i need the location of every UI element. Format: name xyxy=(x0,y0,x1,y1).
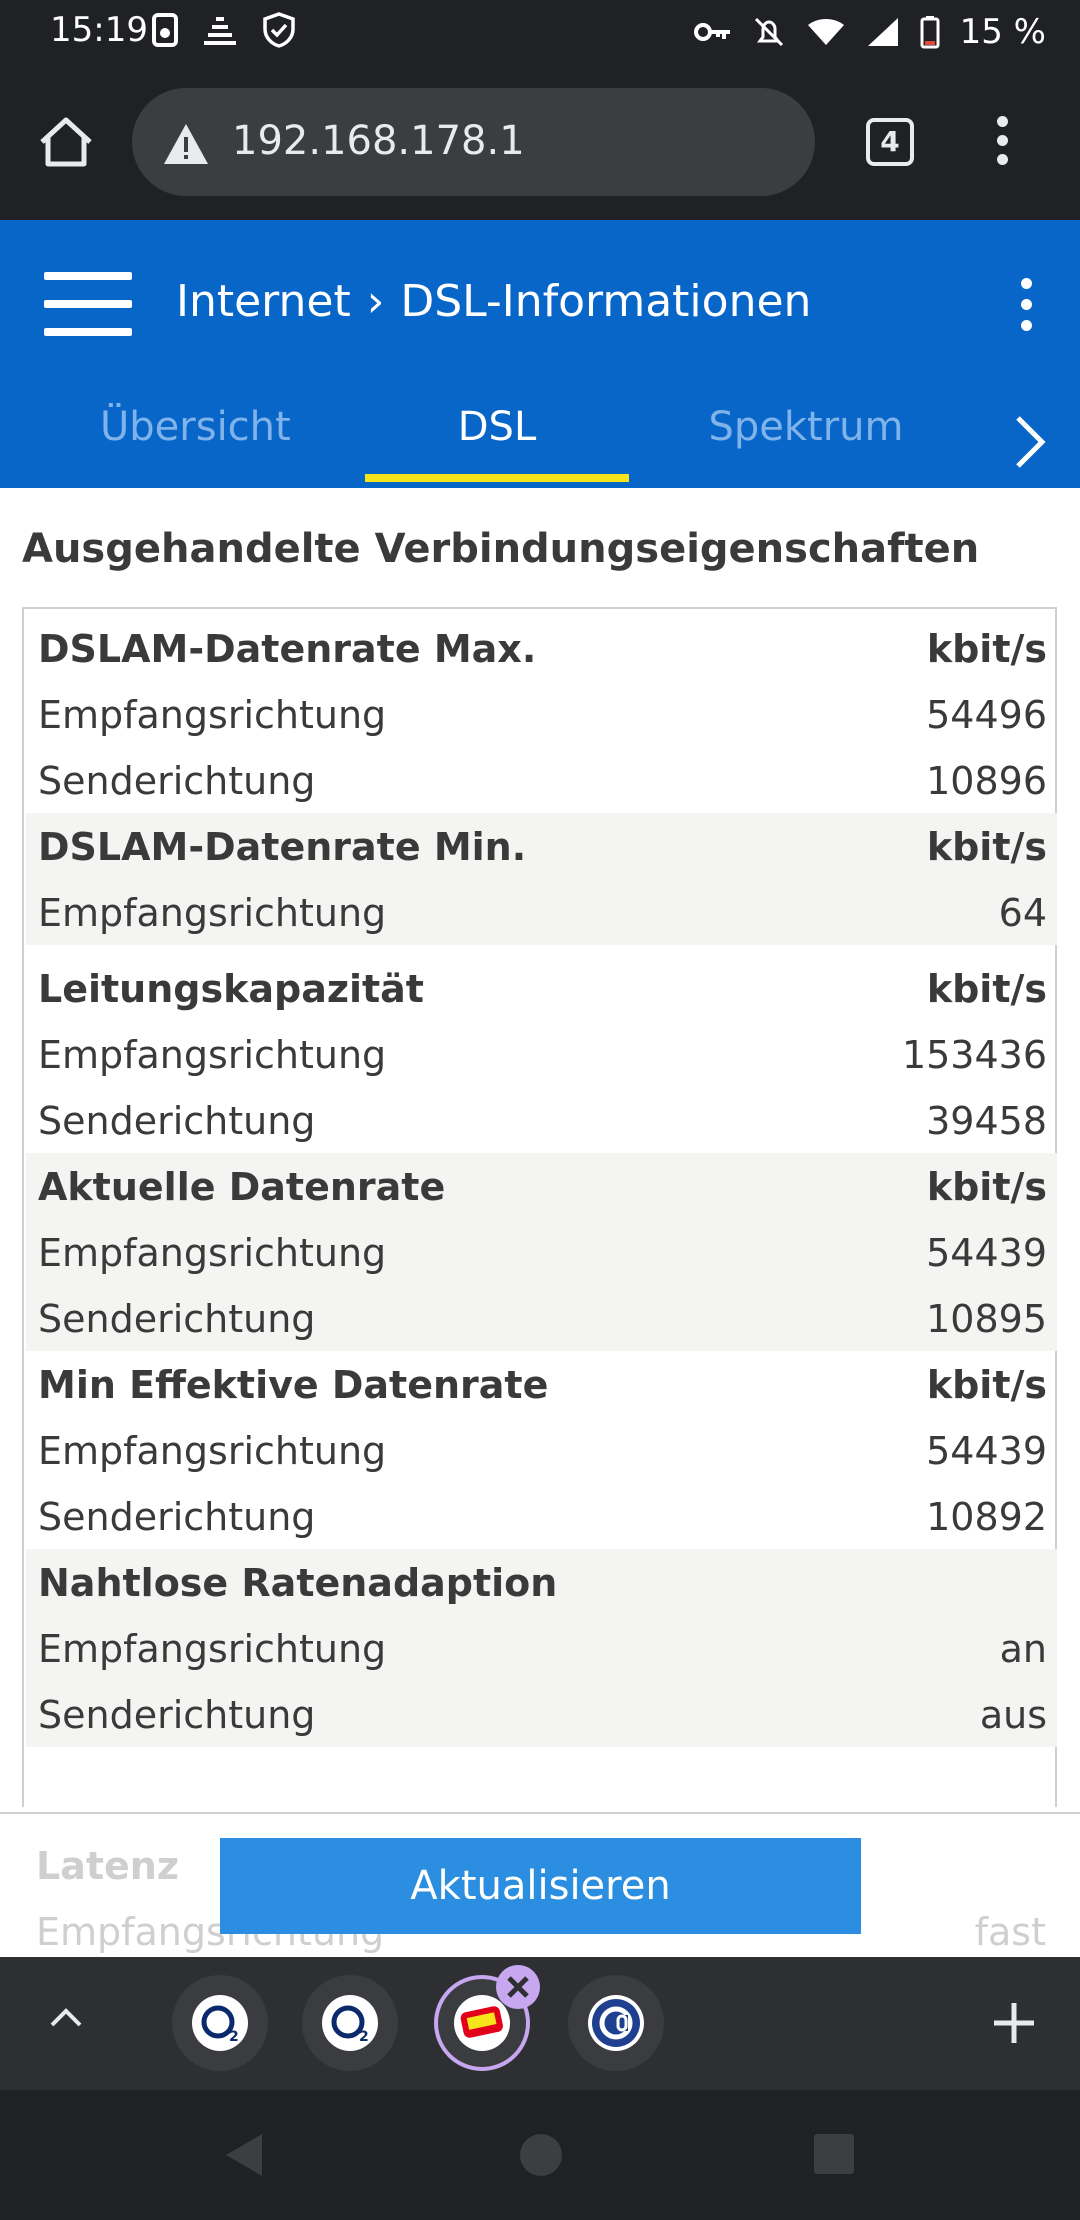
sim-icon xyxy=(152,13,178,47)
faded-row-value: fast xyxy=(974,1910,1046,1954)
computerbase-tab-icon xyxy=(588,1995,644,2051)
table-row: Empfangsrichtung 153436 xyxy=(38,1033,1047,1077)
table-row: Empfangsrichtung 54439 xyxy=(26,1219,1057,1285)
table-row: Senderichtung aus xyxy=(26,1681,1057,1747)
table-row: Empfangsrichtung 64 xyxy=(26,879,1057,945)
table-row: Min Effektive Datenrate kbit/s xyxy=(38,1363,1047,1407)
battery-icon xyxy=(920,16,940,49)
shield-icon xyxy=(263,12,295,48)
table-row: Senderichtung 10892 xyxy=(38,1495,1047,1539)
o2-tab-icon: 2 xyxy=(322,1995,378,2051)
warning-icon[interactable] xyxy=(162,122,210,166)
table-row: Leitungskapazität kbit/s xyxy=(38,967,1047,1011)
update-button[interactable]: Aktualisieren xyxy=(220,1838,861,1934)
new-tab-icon[interactable] xyxy=(990,1999,1038,2047)
table-row: DSLAM-Datenrate Min. kbit/s xyxy=(26,813,1057,879)
home-nav-icon[interactable] xyxy=(516,2130,566,2180)
mute-icon xyxy=(754,17,783,47)
table-row: DSLAM-Datenrate Max. kbit/s xyxy=(38,627,1047,671)
clock: 15:19 xyxy=(50,10,148,50)
address-bar[interactable]: 192.168.178.1 xyxy=(132,88,815,196)
table-row: Nahtlose Ratenadaption xyxy=(26,1549,1057,1615)
app-header: Internet › DSL-Informationen Übersicht D… xyxy=(0,220,1080,488)
tab-dsl[interactable]: DSL xyxy=(365,404,629,450)
tab-strip: 2 2 xyxy=(0,1957,1080,2090)
home-icon[interactable] xyxy=(34,110,98,174)
page-menu-icon[interactable] xyxy=(1016,278,1036,334)
key-icon xyxy=(693,23,730,41)
recents-icon[interactable] xyxy=(812,2132,856,2176)
chevron-right-icon[interactable] xyxy=(1012,412,1048,472)
o2-tab-icon: 2 xyxy=(192,1995,248,2051)
tab-spektrum[interactable]: Spektrum xyxy=(706,404,906,450)
url-text[interactable]: 192.168.178.1 xyxy=(232,118,525,164)
tab-thumb[interactable]: 2 xyxy=(302,1975,398,2071)
table-row: Empfangsrichtung 54439 xyxy=(38,1429,1047,1473)
table-row: Aktuelle Datenrate kbit/s xyxy=(26,1153,1057,1219)
back-icon[interactable] xyxy=(222,2130,266,2180)
breadcrumb-current: DSL-Informationen xyxy=(400,276,812,327)
table-row: Empfangsrichtung an xyxy=(26,1615,1057,1681)
dsl-info-table: DSLAM-Datenrate Max. kbit/s Empfangsricht… xyxy=(22,607,1057,1807)
tab-switcher-button[interactable]: 4 xyxy=(866,118,914,166)
vpn-keyring-icon xyxy=(204,17,236,45)
tab-uebersicht[interactable]: Übersicht xyxy=(100,404,291,450)
status-bar: 15:19 15 % xyxy=(0,0,1080,66)
breadcrumb: Internet › DSL-Informationen xyxy=(176,276,811,327)
table-row: Senderichtung 10895 xyxy=(26,1285,1057,1351)
table-row: Senderichtung 39458 xyxy=(38,1099,1047,1143)
tab-thumb[interactable]: 2 xyxy=(172,1975,268,2071)
chevron-up-icon[interactable] xyxy=(46,1997,86,2037)
table-row: Empfangsrichtung 54496 xyxy=(38,693,1047,737)
svg-text:2: 2 xyxy=(359,2029,369,2045)
table-row: Senderichtung 10896 xyxy=(38,759,1047,803)
section-title: Ausgehandelte Verbindungseigenschaften xyxy=(22,526,980,572)
breadcrumb-parent[interactable]: Internet xyxy=(176,276,351,327)
signal-icon xyxy=(867,18,898,46)
hamburger-menu-icon[interactable] xyxy=(44,272,132,336)
active-tab-indicator xyxy=(365,474,629,482)
tab-thumb[interactable] xyxy=(568,1975,664,2071)
chevron-right-icon: › xyxy=(366,276,385,327)
battery-percent: 15 % xyxy=(959,12,1046,52)
wifi-icon xyxy=(807,19,844,45)
browser-menu-icon[interactable] xyxy=(990,116,1014,172)
system-nav-bar xyxy=(0,2090,1080,2220)
svg-text:2: 2 xyxy=(229,2029,239,2045)
close-tab-icon[interactable] xyxy=(496,1965,540,2009)
faded-row-label: Latenz xyxy=(36,1844,179,1888)
browser-toolbar: 192.168.178.1 4 xyxy=(0,66,1080,220)
